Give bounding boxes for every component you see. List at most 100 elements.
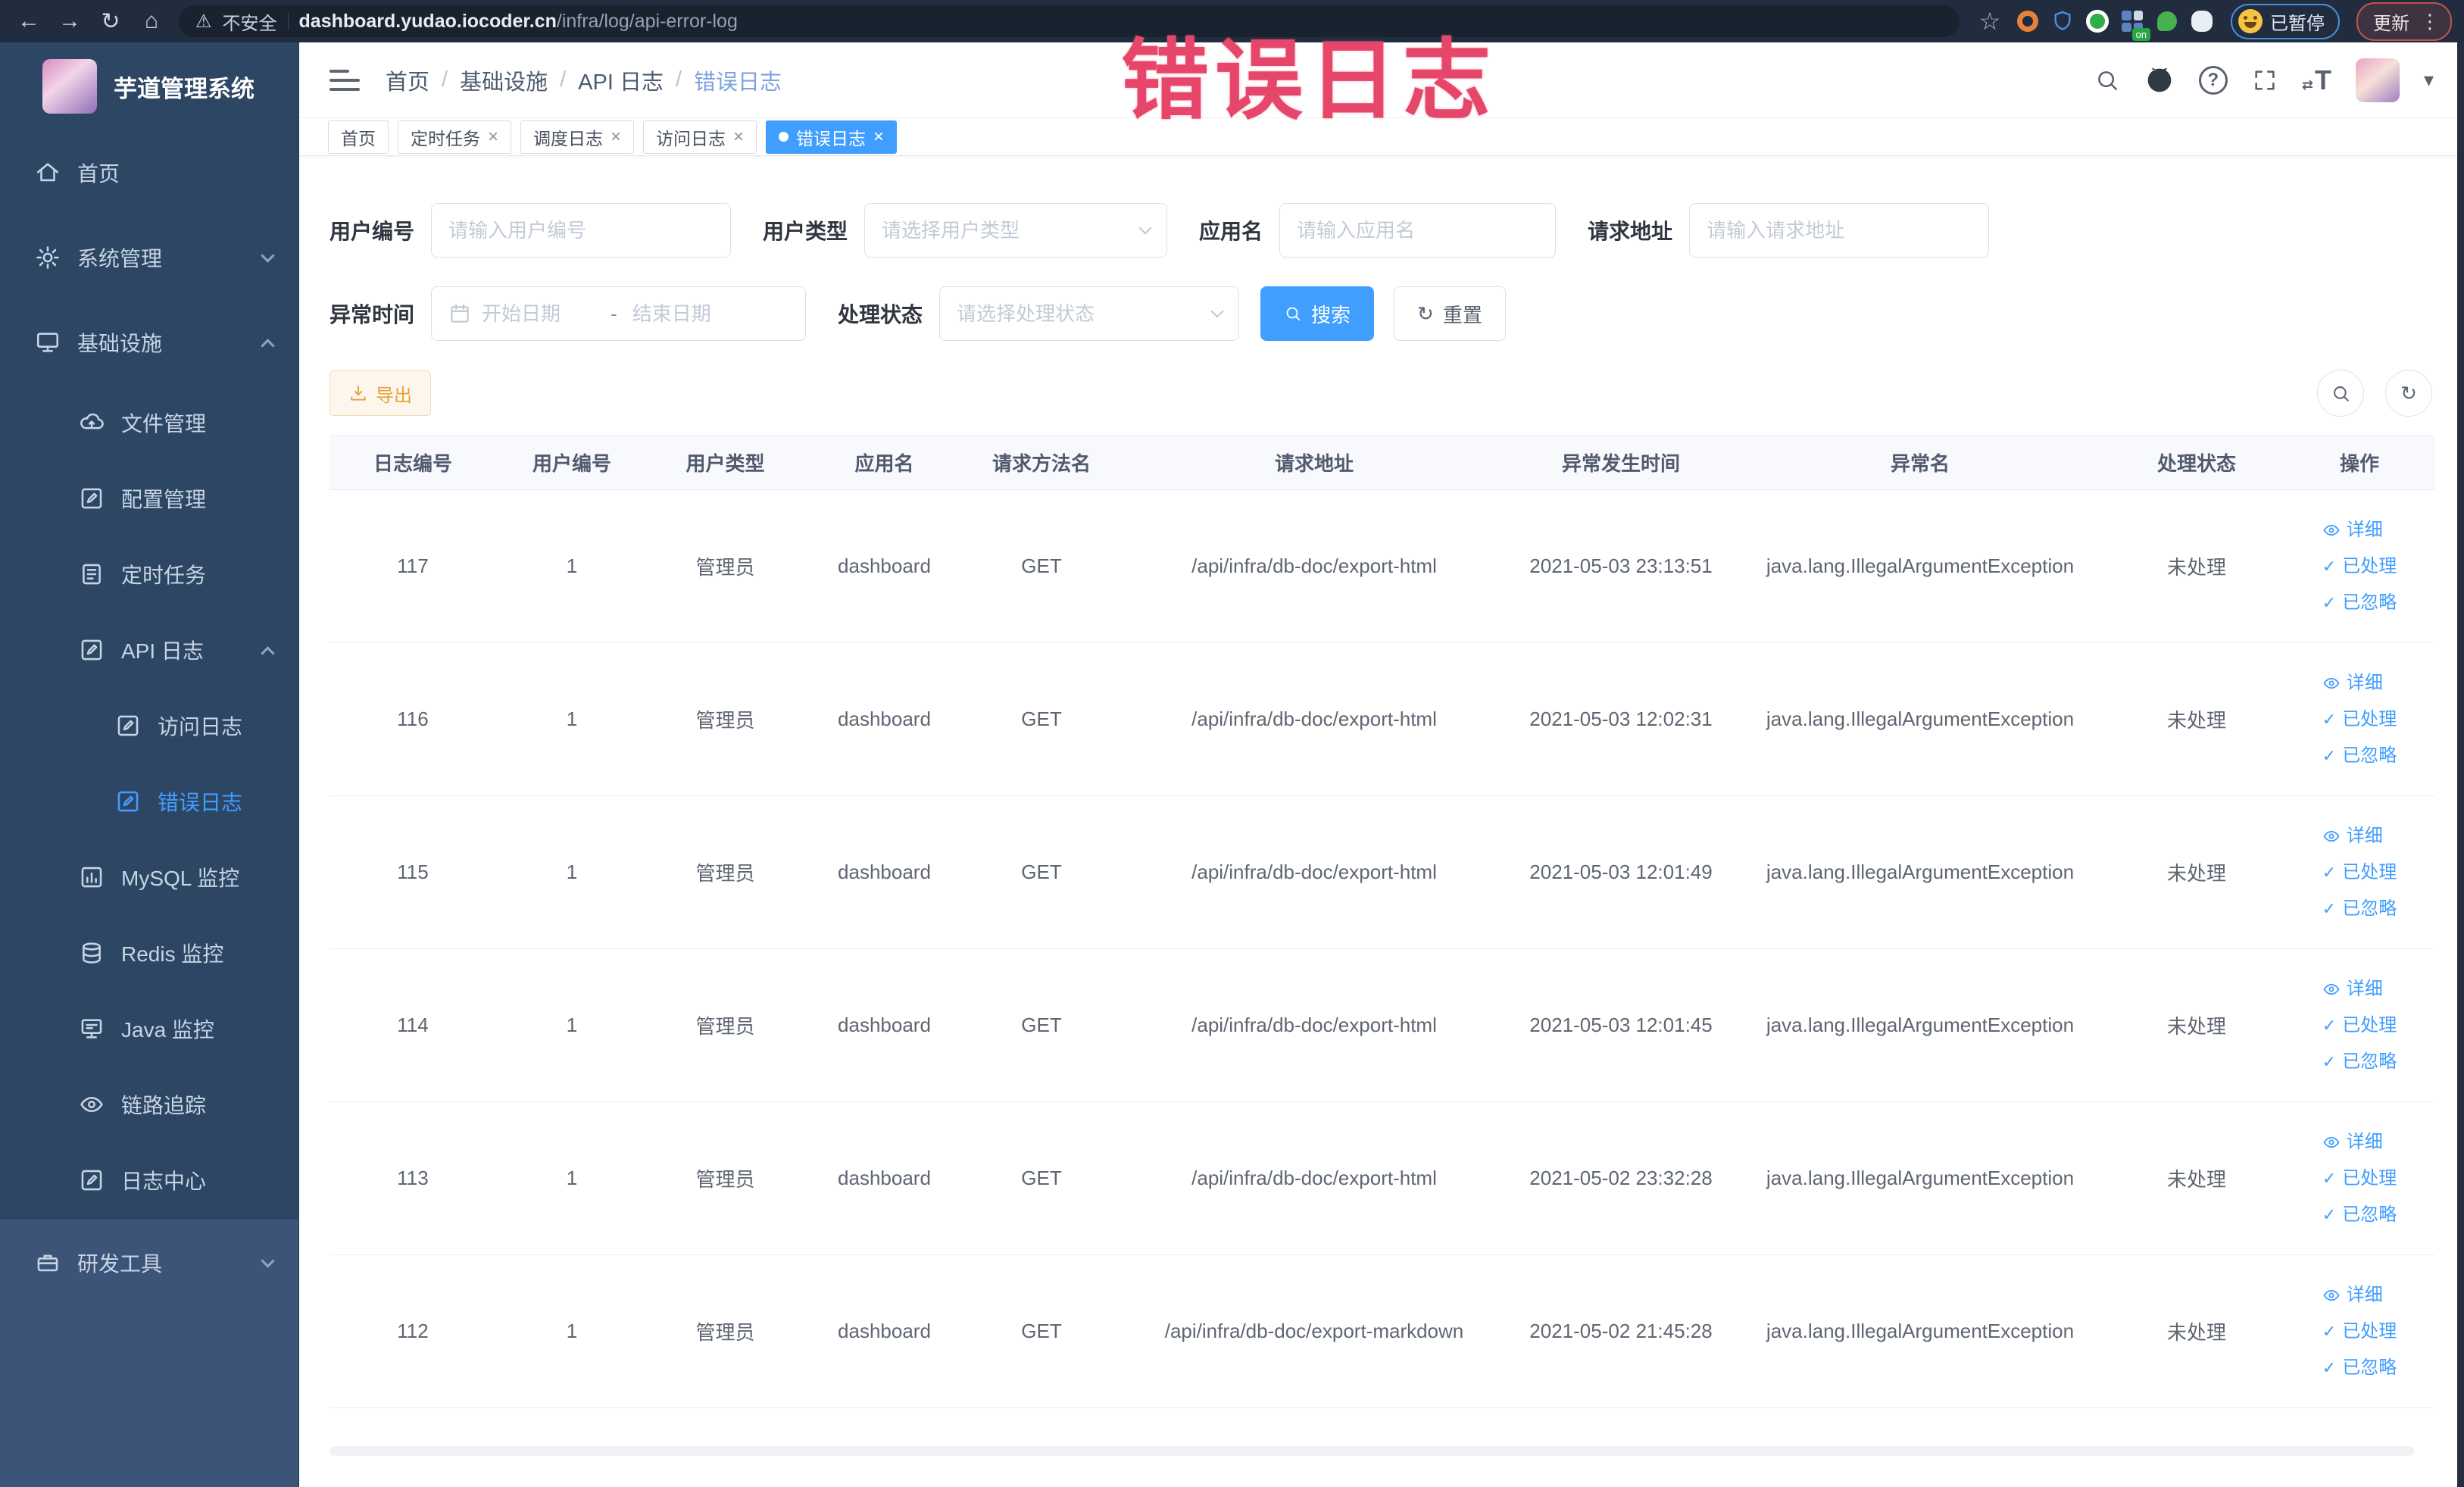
edit-icon xyxy=(79,486,105,511)
mark-processed-link[interactable]: 已处理 xyxy=(2322,1011,2397,1041)
sidebar-item-scheduled-tasks[interactable]: 定时任务 xyxy=(0,536,298,612)
sidebar-item-access-log[interactable]: 访问日志 xyxy=(0,688,298,764)
user-id-input[interactable] xyxy=(431,203,732,258)
sidebar-item-java-monitor[interactable]: Java 监控 xyxy=(0,991,298,1067)
app-name-input[interactable] xyxy=(1279,203,1557,258)
check-icon xyxy=(2322,894,2336,924)
mark-processed-link[interactable]: 已处理 xyxy=(2322,704,2397,735)
tab-access-log[interactable]: 访问日志 xyxy=(643,120,757,154)
tab-error-log[interactable]: 错误日志 xyxy=(766,120,898,154)
app-window: 芋道管理系统 首页 系统管理 基础设施 文件管理 配置管理 定时任务 API 日… xyxy=(0,42,2464,1487)
browser-reload-icon[interactable] xyxy=(94,5,127,38)
breadcrumb-item[interactable]: 基础设施 xyxy=(460,64,548,96)
browser-update-button[interactable]: 更新 xyxy=(2356,2,2452,41)
sidebar-item-redis-monitor[interactable]: Redis 监控 xyxy=(0,915,298,991)
mark-ignored-label: 已忽略 xyxy=(2342,1204,2397,1225)
detail-link[interactable]: 详细 xyxy=(2322,1127,2383,1157)
cell-app-name: dashboard xyxy=(803,642,966,796)
user-id-field[interactable] xyxy=(448,218,714,242)
mark-ignored-link[interactable]: 已忽略 xyxy=(2322,588,2397,618)
mark-processed-link[interactable]: 已处理 xyxy=(2322,551,2397,582)
extension-icon-puzzle[interactable] xyxy=(2188,8,2216,35)
mark-ignored-link[interactable]: 已忽略 xyxy=(2322,1353,2397,1383)
user-avatar[interactable] xyxy=(2355,58,2400,102)
search-icon[interactable] xyxy=(2094,67,2120,93)
page-url[interactable]: dashboard.yudao.iocoder.cn/infra/log/api… xyxy=(299,11,738,33)
process-status-select[interactable] xyxy=(939,286,1240,341)
profile-paused-badge[interactable]: 已暂停 xyxy=(2231,3,2340,39)
sidebar-item-infrastructure[interactable]: 基础设施 xyxy=(0,300,298,385)
mark-ignored-link[interactable]: 已忽略 xyxy=(2322,1200,2397,1230)
browser-forward-icon[interactable] xyxy=(53,5,86,38)
sidebar-item-mysql-monitor[interactable]: MySQL 监控 xyxy=(0,839,298,915)
help-icon[interactable] xyxy=(2198,65,2228,95)
bookmark-star-icon[interactable] xyxy=(1973,5,2006,38)
close-icon[interactable] xyxy=(488,127,498,148)
detail-link[interactable]: 详细 xyxy=(2322,668,2383,698)
toggle-search-button[interactable] xyxy=(2317,370,2364,417)
breadcrumb-item[interactable]: 首页 xyxy=(386,64,429,96)
sidebar-logo-row[interactable]: 芋道管理系统 xyxy=(0,42,298,130)
extension-icon-green-circle[interactable] xyxy=(2084,8,2111,35)
request-url-field[interactable] xyxy=(1707,218,1972,242)
github-icon[interactable] xyxy=(2144,65,2175,95)
sidebar-item-api-logs[interactable]: API 日志 xyxy=(0,612,298,688)
mark-processed-link[interactable]: 已处理 xyxy=(2322,1317,2397,1347)
sidebar-item-error-log[interactable]: 错误日志 xyxy=(0,764,298,839)
user-menu-caret-icon[interactable] xyxy=(2424,68,2434,92)
mark-ignored-link[interactable]: 已忽略 xyxy=(2322,894,2397,924)
mark-ignored-link[interactable]: 已忽略 xyxy=(2322,1047,2397,1077)
detail-link[interactable]: 详细 xyxy=(2322,821,2383,851)
sidebar-item-file-management[interactable]: 文件管理 xyxy=(0,385,298,461)
app-name-field[interactable] xyxy=(1297,218,1539,242)
sidebar-item-dev-tools[interactable]: 研发工具 xyxy=(0,1219,298,1307)
fullscreen-icon[interactable] xyxy=(2252,67,2278,93)
font-size-icon[interactable] xyxy=(2302,64,2331,96)
browser-menu-icon[interactable] xyxy=(2420,10,2440,33)
user-type-select[interactable] xyxy=(864,203,1168,258)
detail-link[interactable]: 详细 xyxy=(2322,515,2383,545)
mark-ignored-link[interactable]: 已忽略 xyxy=(2322,741,2397,771)
tab-schedule-log[interactable]: 调度日志 xyxy=(520,120,635,154)
export-button[interactable]: 导出 xyxy=(329,370,431,416)
refresh-table-button[interactable] xyxy=(2385,370,2432,417)
cell-status: 未处理 xyxy=(2110,795,2284,949)
browser-scrollbar[interactable] xyxy=(2457,42,2464,1487)
sidebar-item-tracing[interactable]: 链路追踪 xyxy=(0,1067,298,1142)
close-icon[interactable] xyxy=(873,127,884,148)
extension-icon-orange[interactable] xyxy=(2014,8,2041,35)
eye-icon xyxy=(2322,827,2341,845)
collapse-sidebar-icon[interactable] xyxy=(329,69,360,91)
tab-label: 访问日志 xyxy=(656,128,726,148)
extension-icon-grid[interactable]: on xyxy=(2119,8,2150,41)
detail-link[interactable]: 详细 xyxy=(2322,1280,2383,1310)
browser-back-icon[interactable] xyxy=(12,5,45,38)
close-icon[interactable] xyxy=(733,127,744,148)
mark-processed-link[interactable]: 已处理 xyxy=(2322,858,2397,888)
tab-scheduled-tasks[interactable]: 定时任务 xyxy=(398,120,512,154)
start-date-field[interactable] xyxy=(482,301,596,326)
address-bar[interactable]: 不安全 dashboard.yudao.iocoder.cn/infra/log… xyxy=(179,5,1960,37)
tab-home[interactable]: 首页 xyxy=(328,120,389,154)
date-range-picker[interactable]: - xyxy=(431,286,807,341)
sidebar-item-system-management[interactable]: 系统管理 xyxy=(0,215,298,300)
reset-button[interactable]: 重置 xyxy=(1394,286,1506,341)
mark-processed-link[interactable]: 已处理 xyxy=(2322,1164,2397,1194)
search-button[interactable]: 搜索 xyxy=(1260,286,1375,341)
browser-home-icon[interactable] xyxy=(135,5,168,38)
url-host: dashboard.yudao.iocoder.cn xyxy=(298,10,557,32)
detail-link[interactable]: 详细 xyxy=(2322,974,2383,1004)
sidebar-item-config-management[interactable]: 配置管理 xyxy=(0,461,298,536)
extension-icon-sprout[interactable] xyxy=(2153,8,2181,35)
breadcrumb-item[interactable]: API 日志 xyxy=(578,64,664,96)
close-icon[interactable] xyxy=(611,127,621,148)
extension-icon-shield[interactable] xyxy=(2049,8,2076,35)
sidebar-item-log-center[interactable]: 日志中心 xyxy=(0,1142,298,1218)
request-url-input[interactable] xyxy=(1689,203,1990,258)
sidebar-item-home[interactable]: 首页 xyxy=(0,130,298,215)
user-type-field[interactable] xyxy=(882,218,1131,242)
exception-time-label: 异常时间 xyxy=(329,303,415,326)
check-icon xyxy=(2322,588,2336,618)
process-status-field[interactable] xyxy=(957,301,1203,326)
end-date-field[interactable] xyxy=(632,301,746,326)
